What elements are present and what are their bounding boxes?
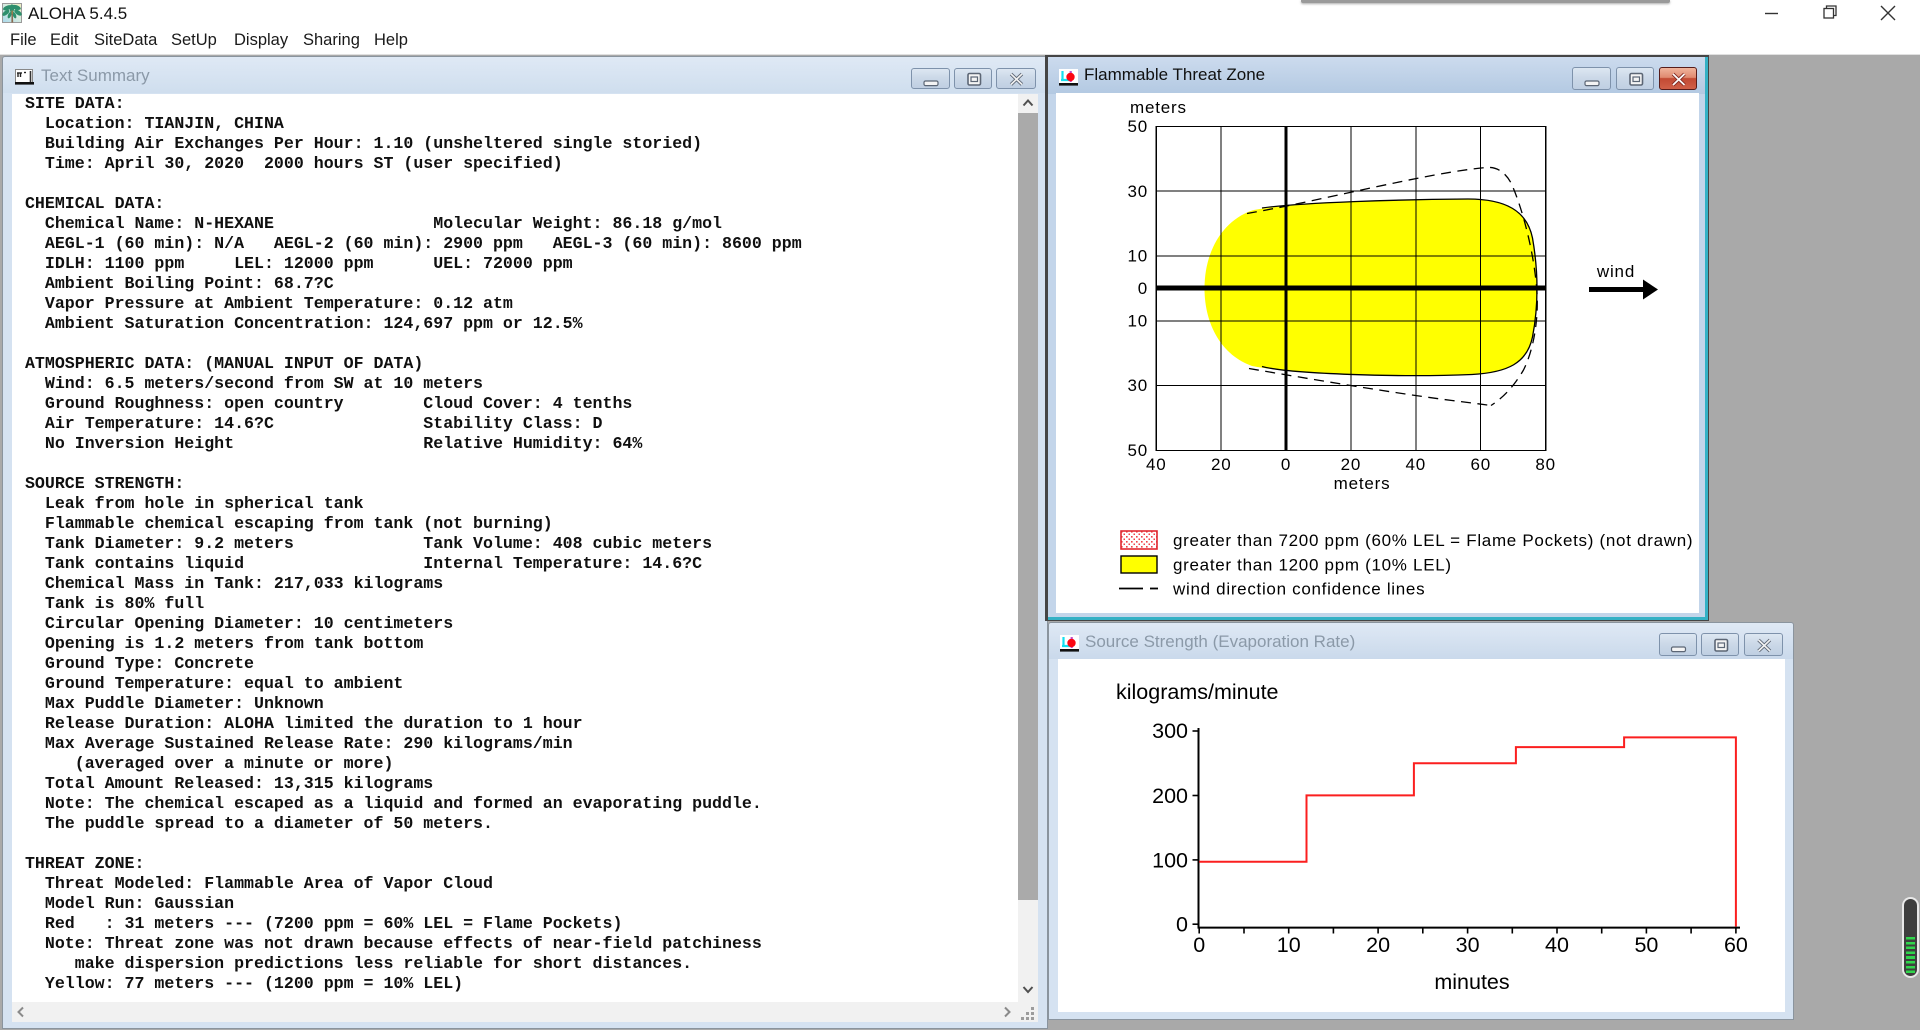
svg-text:meters: meters (1334, 474, 1391, 493)
svg-text:40: 40 (1146, 455, 1167, 474)
svg-text:50: 50 (1127, 117, 1148, 136)
svg-text:200: 200 (1152, 784, 1188, 808)
svg-text:30: 30 (1456, 933, 1480, 957)
svg-text:80: 80 (1535, 455, 1556, 474)
svg-text:30: 30 (1127, 376, 1148, 395)
svg-text:30: 30 (1127, 182, 1148, 201)
svg-text:60: 60 (1470, 455, 1491, 474)
svg-text:wind direction confidence line: wind direction confidence lines (1172, 580, 1425, 599)
svg-text:greater than 7200 ppm (60% LEL: greater than 7200 ppm (60% LEL = Flame P… (1173, 531, 1693, 550)
svg-text:20: 20 (1366, 933, 1390, 957)
svg-text:greater than 1200 ppm (10% LEL: greater than 1200 ppm (10% LEL) (1173, 556, 1452, 575)
svg-text:50: 50 (1127, 441, 1148, 460)
svg-text:40: 40 (1406, 455, 1427, 474)
svg-text:kilograms/minute: kilograms/minute (1116, 680, 1279, 704)
svg-text:40: 40 (1545, 933, 1569, 957)
svg-text:0: 0 (1138, 279, 1148, 298)
svg-text:0: 0 (1281, 455, 1291, 474)
svg-text:60: 60 (1724, 933, 1748, 957)
svg-text:10: 10 (1127, 247, 1148, 266)
svg-text:0: 0 (1193, 933, 1205, 957)
svg-text:300: 300 (1152, 719, 1188, 743)
svg-text:10: 10 (1277, 933, 1301, 957)
svg-text:10: 10 (1127, 312, 1148, 331)
svg-text:50: 50 (1634, 933, 1658, 957)
svg-text:meters: meters (1130, 98, 1187, 117)
svg-text:0: 0 (1176, 913, 1188, 937)
svg-text:wind: wind (1596, 262, 1635, 281)
svg-text:20: 20 (1341, 455, 1362, 474)
svg-text:20: 20 (1211, 455, 1232, 474)
svg-text:minutes: minutes (1434, 970, 1509, 994)
svg-text:100: 100 (1152, 849, 1188, 873)
